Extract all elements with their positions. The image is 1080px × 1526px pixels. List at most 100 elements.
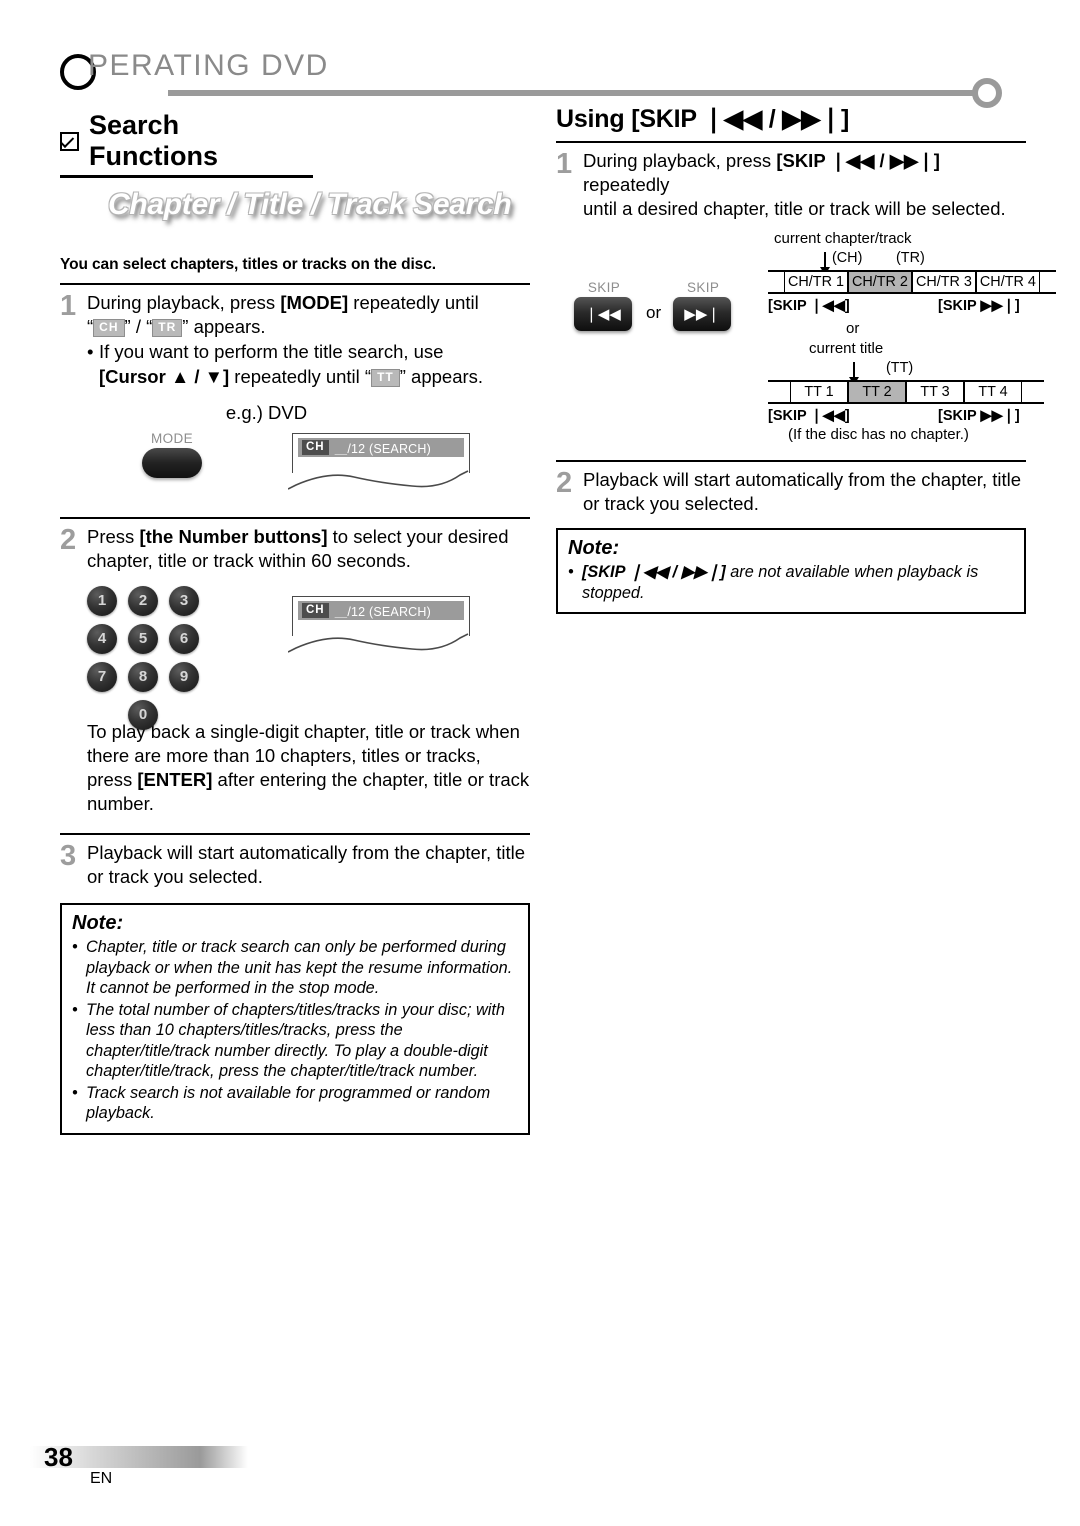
title-bar: TT 1 TT 2 TT 3 TT 4 [768, 379, 1044, 404]
skip-forward-button[interactable]: ▶▶❘ [673, 296, 732, 331]
number-pad: 1 2 3 4 5 6 7 8 9 0 [87, 585, 217, 730]
chtr-cell-3: CH/TR 3 [911, 271, 976, 292]
example-label: e.g.) DVD [225, 401, 308, 423]
caption-current-chapter-track: current chapter/track [774, 229, 912, 247]
step-1-sub-text-d: ” appears. [399, 365, 484, 387]
step-2-text-line2: chapter, title or track within 60 second… [87, 550, 411, 572]
skip-buttons-group: SKIP ❘◀◀ or SKIP ▶▶❘ [574, 280, 733, 331]
bullet-dot-icon: • [87, 341, 94, 363]
right-step-1-body: During playback, press [SKIP ❘◀◀ / ▶▶❘] … [583, 149, 1026, 222]
note-skip-key-label: [SKIP ❘◀◀ / ▶▶❘] [582, 563, 726, 582]
tt-skip-forward-key: [SKIP ▶▶❘] [938, 407, 1020, 424]
display-torn-edge-1 [288, 470, 469, 490]
step-1-sub-bullet: • If you want to perform the title search… [87, 340, 530, 364]
right-step-1-line2: until a desired chapter, title or track … [583, 198, 1006, 220]
page-number: 38 [44, 1442, 73, 1472]
tt-bar-pad-right [1022, 382, 1044, 402]
chtr-cell-1: CH/TR 1 [784, 271, 848, 292]
right-step-2-body: Playback will start automatically from t… [583, 468, 1026, 516]
tt-bar-pad-left [768, 382, 790, 402]
bar-pad-left [768, 272, 784, 292]
note-header-left: Note: [72, 912, 124, 935]
right-step-1-text-a: During playback, press [583, 150, 777, 171]
enter-key-label: [ENTER] [137, 769, 213, 791]
display-osd-bar-1: CH ＿/12 (SEARCH) [298, 438, 464, 458]
section-title: Search Functions [60, 110, 313, 178]
display-chip-ch-1: CH [302, 440, 329, 456]
number-button-6[interactable]: 6 [169, 623, 199, 654]
bullet-dot-icon: • [568, 563, 574, 582]
number-button-0[interactable]: 0 [128, 699, 158, 730]
caption-tr: (TR) [896, 249, 925, 266]
display-osd-bar-2: CH ＿/12 (SEARCH) [298, 600, 464, 620]
right-column: Using [SKIP ❘◀◀ / ▶▶❘] 1 During playback… [556, 104, 1056, 615]
right-step-1-text-c: repeatedly [583, 174, 670, 196]
step-3-body: Playback will start automatically from t… [87, 841, 530, 889]
chip-tr: TR [152, 319, 183, 338]
step-2-divider [60, 517, 530, 520]
note-header-right: Note: [568, 537, 620, 560]
right-step-2-line2: or track you selected. [583, 492, 759, 514]
step-2-figure: 1 2 3 4 5 6 7 8 9 0 CH ＿/12 (SEARCH) [60, 574, 530, 730]
number-button-2[interactable]: 2 [128, 585, 158, 616]
number-button-1[interactable]: 1 [87, 585, 117, 616]
skip-or-label: or [646, 302, 662, 322]
caption-current-title: current title [809, 339, 884, 357]
tt-cell-3: TT 3 [906, 381, 964, 402]
tt-cell-4: TT 4 [964, 381, 1022, 402]
number-button-9[interactable]: 9 [169, 661, 199, 692]
bar-pad-right [1040, 272, 1056, 292]
note-item: • Chapter, title or track search can onl… [72, 937, 518, 999]
running-head-rule [168, 90, 976, 96]
right-step-1-divider [556, 141, 1026, 143]
chtr-cell-2-current: CH/TR 2 [847, 271, 912, 292]
step-2: 2 Press [the Number buttons] to select y… [60, 525, 530, 573]
right-heading-suffix: ] [841, 105, 850, 133]
step-3-number: 3 [60, 839, 77, 872]
right-step-2: 2 Playback will start automatically from… [556, 468, 1026, 516]
number-button-5[interactable]: 5 [128, 623, 158, 654]
display-mockup-2: CH ＿/12 (SEARCH) [288, 595, 472, 654]
step-3-line1: Playback will start automatically from t… [87, 841, 526, 863]
right-heading: Using [SKIP ❘◀◀ / ▶▶❘] [556, 104, 1026, 134]
step-1-divider [60, 283, 530, 285]
skip-back-icon: ❘◀◀ [703, 105, 762, 133]
chtr-cell-4: CH/TR 4 [975, 271, 1040, 292]
skip-forward-icon: ▶▶❘ [782, 105, 842, 133]
number-button-7[interactable]: 7 [87, 661, 117, 692]
tt-cell-2-current: TT 2 [848, 381, 906, 402]
cursor-key-label: [Cursor ▲ / ▼] [99, 365, 230, 387]
step-1-text-a: During playback, press [87, 292, 281, 313]
mode-button[interactable] [142, 448, 202, 479]
chip-tt: TT [371, 368, 400, 387]
mode-key-label: [MODE] [280, 292, 349, 313]
step-3: 3 Playback will start automatically from… [60, 841, 530, 889]
chtr-skip-forward-key: [SKIP ▶▶❘] [938, 297, 1020, 314]
right-step-2-line1: Playback will start automatically from t… [583, 468, 1022, 490]
note-item-text: The total number of chapters/titles/trac… [86, 1000, 505, 1081]
left-column: Search Functions Chapter / Title / Track… [60, 104, 530, 1135]
arrow-down-icon-ch [820, 251, 830, 275]
skip-back-label: SKIP [587, 279, 621, 295]
number-button-3[interactable]: 3 [169, 585, 199, 616]
quote-mid-1: ” / “ [124, 316, 153, 338]
step-1-text-c: repeatedly until [348, 292, 479, 313]
note-item-text: Chapter, title or track search can only … [86, 938, 513, 998]
right-step-2-number: 2 [556, 466, 573, 499]
step-2-body: Press [the Number buttons] to select you… [87, 525, 530, 573]
caption-tt: (TT) [886, 359, 914, 376]
step-2-note-text: To play back a single-digit chapter, tit… [87, 720, 530, 817]
mode-button-group: MODE [130, 431, 214, 479]
note-item: • [SKIP ❘◀◀ / ▶▶❘] are not available whe… [568, 562, 1014, 603]
checkbox-icon [60, 131, 79, 151]
chtr-skip-back-key: [SKIP ❘◀◀] [768, 297, 850, 314]
caption-ch: (CH) [832, 249, 863, 266]
number-button-8[interactable]: 8 [128, 661, 158, 692]
number-button-4[interactable]: 4 [87, 623, 117, 654]
skip-diagram: current chapter/track (CH) (TR) SKIP ❘◀◀… [556, 224, 1056, 443]
skip-back-button[interactable]: ❘◀◀ [574, 296, 632, 331]
note-item-text: [SKIP ❘◀◀ / ▶▶❘] are not available when … [582, 562, 1014, 603]
display-chip-ch-2: CH [302, 602, 329, 618]
note-item: • Track search is not available for prog… [72, 1083, 518, 1124]
skip-key-label: [SKIP ❘◀◀ / ▶▶❘] [776, 150, 940, 171]
